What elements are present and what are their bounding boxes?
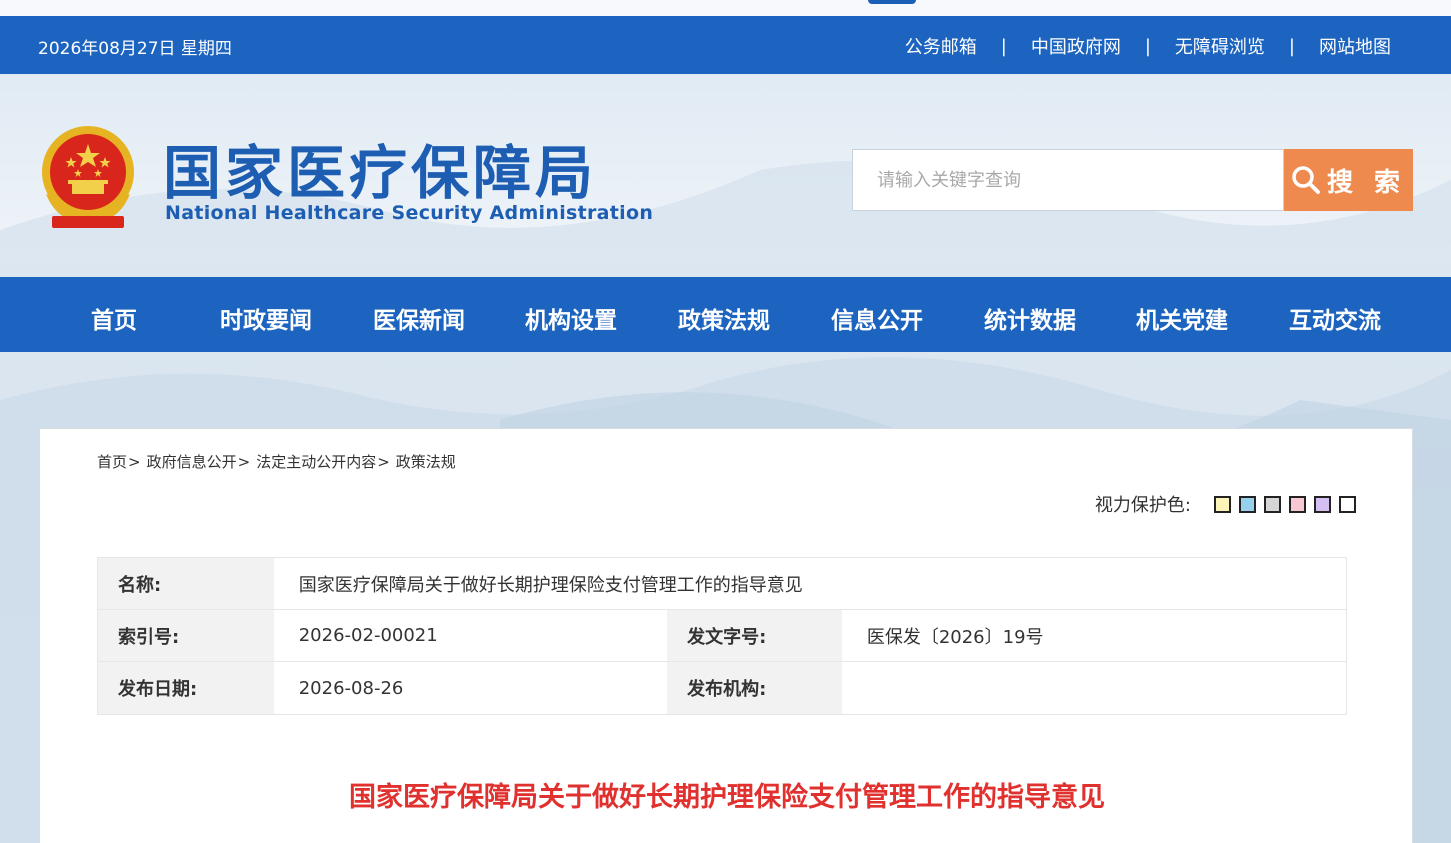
nav-item-policies[interactable]: 政策法规 bbox=[678, 301, 770, 335]
meta-org-value bbox=[842, 662, 1346, 714]
meta-row-name: 名称: 国家医疗保障局关于做好长期护理保险支付管理工作的指导意见 bbox=[98, 558, 1346, 610]
top-strip bbox=[0, 0, 1451, 16]
document-meta-table: 名称: 国家医疗保障局关于做好长期护理保险支付管理工作的指导意见 索引号: 20… bbox=[97, 557, 1347, 715]
site-title[interactable]: 国家医疗保障局 bbox=[163, 126, 597, 210]
current-date: 2026年08月27日 星期四 bbox=[38, 39, 232, 59]
meta-index-value: 2026-02-00021 bbox=[298, 625, 438, 646]
site-subtitle: National Healthcare Security Administrat… bbox=[165, 202, 654, 224]
color-swatch-blue[interactable] bbox=[1239, 495, 1256, 513]
color-swatch-white[interactable] bbox=[1339, 495, 1356, 513]
national-emblem-icon[interactable] bbox=[38, 124, 138, 230]
meta-row-date: 发布日期: 2026-08-26 发布机构: bbox=[98, 662, 1346, 714]
eye-protection-label: 视力保护色: bbox=[1094, 495, 1191, 516]
meta-index-label: 索引号: bbox=[98, 610, 274, 661]
link-separator: | bbox=[1000, 35, 1007, 57]
meta-date-label: 发布日期: bbox=[98, 662, 274, 714]
nav-item-disclosure[interactable]: 信息公开 bbox=[831, 301, 923, 335]
breadcrumb-separator: > bbox=[377, 453, 390, 471]
link-accessibility[interactable]: 无障碍浏览 bbox=[1175, 33, 1265, 59]
color-swatch-purple[interactable] bbox=[1314, 495, 1331, 513]
meta-row-index: 索引号: 2026-02-00021 发文字号: 医保发〔2026〕19号 bbox=[98, 610, 1346, 662]
search-box bbox=[852, 149, 1284, 211]
search-input[interactable] bbox=[853, 150, 1283, 210]
nav-item-home[interactable]: 首页 bbox=[91, 301, 137, 335]
link-separator: | bbox=[1144, 35, 1151, 57]
meta-doc-no-value: 医保发〔2026〕19号 bbox=[866, 626, 1044, 648]
color-swatch-yellow[interactable] bbox=[1214, 495, 1231, 513]
search-button-label: 搜 索 bbox=[1326, 167, 1407, 198]
link-email[interactable]: 公务邮箱 bbox=[905, 33, 977, 59]
breadcrumb-home[interactable]: 首页 bbox=[97, 453, 127, 471]
nav-item-party-building[interactable]: 机关党建 bbox=[1136, 301, 1228, 335]
breadcrumb-separator: > bbox=[128, 453, 141, 471]
search-icon bbox=[1292, 166, 1320, 194]
color-swatch-pink[interactable] bbox=[1289, 495, 1306, 513]
breadcrumb-policies[interactable]: 政策法规 bbox=[396, 453, 456, 471]
meta-name-label: 名称: bbox=[98, 558, 274, 609]
breadcrumb-gov-info[interactable]: 政府信息公开 bbox=[147, 453, 237, 471]
breadcrumb-separator: > bbox=[237, 453, 251, 471]
color-swatch-gray[interactable] bbox=[1264, 495, 1281, 513]
nav-item-current-affairs[interactable]: 时政要闻 bbox=[220, 301, 312, 335]
top-bar: 2026年08月27日 星期四 公务邮箱 | 中国政府网 | 无障碍浏览 | 网… bbox=[0, 16, 1451, 74]
breadcrumb-statutory[interactable]: 法定主动公开内容 bbox=[256, 453, 376, 471]
top-tab-indicator bbox=[868, 0, 916, 4]
top-links: 公务邮箱 | 中国政府网 | 无障碍浏览 | 网站地图 bbox=[905, 33, 1391, 59]
article-title: 国家医疗保障局关于做好长期护理保险支付管理工作的指导意见 bbox=[349, 782, 1105, 813]
nav-item-organization[interactable]: 机构设置 bbox=[525, 301, 617, 335]
link-sitemap[interactable]: 网站地图 bbox=[1319, 33, 1391, 59]
nav-item-statistics[interactable]: 统计数据 bbox=[984, 301, 1076, 335]
site-header: 国家医疗保障局 National Healthcare Security Adm… bbox=[0, 74, 1451, 277]
link-gov-portal[interactable]: 中国政府网 bbox=[1031, 33, 1121, 59]
content-panel: 首页> 政府信息公开> 法定主动公开内容> 政策法规 视力保护色: 名称: 国家医疗保… bbox=[39, 428, 1413, 843]
meta-name-value: 国家医疗保障局关于做好长期护理保险支付管理工作的指导意见 bbox=[298, 574, 803, 596]
nav-item-insurance-news[interactable]: 医保新闻 bbox=[373, 301, 465, 335]
meta-date-value: 2026-08-26 bbox=[298, 677, 404, 699]
eye-protection-colors: 视力保护色: bbox=[1095, 491, 1356, 517]
search-button[interactable]: 搜 索 bbox=[1284, 149, 1413, 211]
breadcrumb: 首页> 政府信息公开> 法定主动公开内容> 政策法规 bbox=[97, 451, 456, 472]
main-nav: 首页 时政要闻 医保新闻 机构设置 政策法规 信息公开 统计数据 机关党建 互动… bbox=[0, 277, 1451, 352]
meta-org-label: 发布机构: bbox=[667, 662, 842, 714]
meta-doc-no-label: 发文字号: bbox=[667, 610, 842, 661]
link-separator: | bbox=[1288, 35, 1295, 57]
nav-item-interaction[interactable]: 互动交流 bbox=[1289, 301, 1381, 335]
